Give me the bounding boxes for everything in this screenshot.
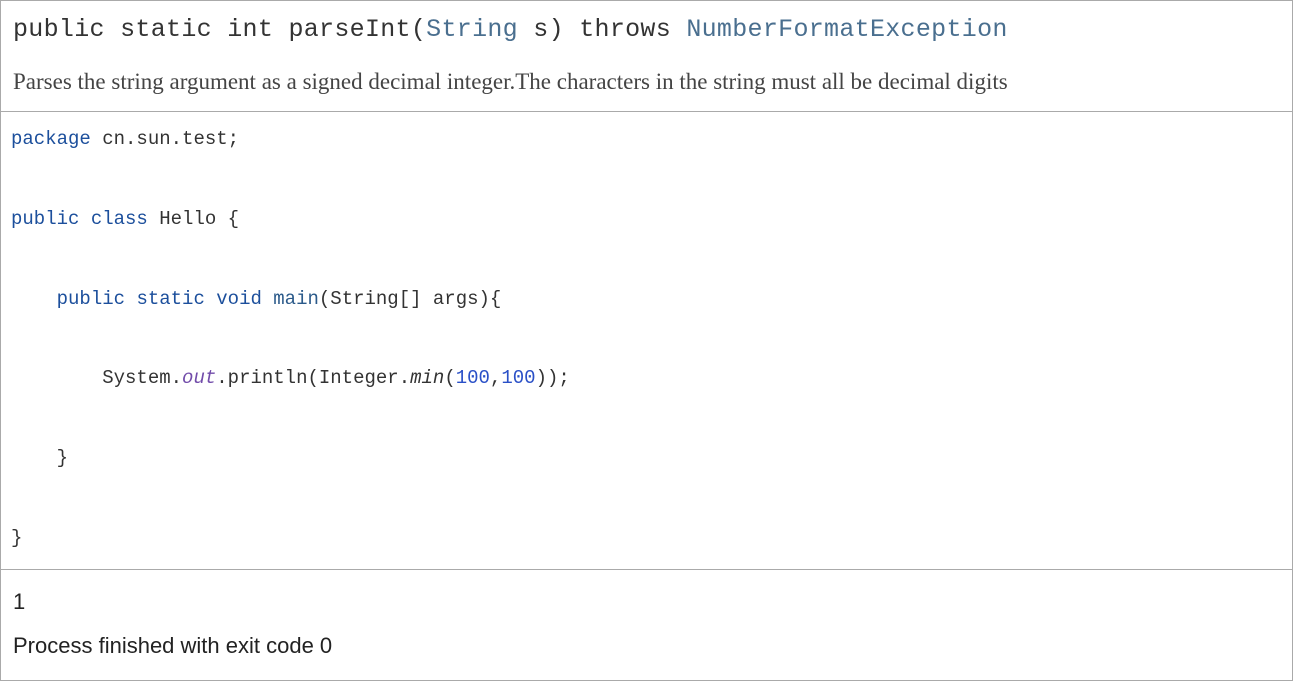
brace-close: }: [11, 527, 22, 549]
field-out: out: [182, 367, 216, 389]
code-block: package cn.sun.test; public class Hello …: [1, 112, 1292, 569]
output-line: Process finished with exit code 0: [13, 624, 1280, 668]
method-main: main: [273, 288, 319, 310]
sig-prefix: public static int parseInt(: [13, 15, 426, 44]
signature-section: public static int parseInt(String s) thr…: [1, 1, 1292, 112]
indent: [11, 447, 57, 469]
brace-close: }: [57, 447, 68, 469]
code-text: cn.sun.test;: [91, 128, 239, 150]
kw-void: void: [216, 288, 262, 310]
console-output: 1 Process finished with exit code 0: [1, 570, 1292, 680]
kw-static: static: [136, 288, 204, 310]
code-text: .println(Integer.: [216, 367, 410, 389]
doc-container: public static int parseInt(String s) thr…: [0, 0, 1293, 681]
kw-public: public: [57, 288, 125, 310]
code-text: (String[] args){: [319, 288, 501, 310]
paren-open: (: [444, 367, 455, 389]
indent: [11, 288, 57, 310]
comma: ,: [490, 367, 501, 389]
output-section: 1 Process finished with exit code 0: [1, 570, 1292, 680]
code-section: package cn.sun.test; public class Hello …: [1, 112, 1292, 570]
sig-exception-type: NumberFormatException: [686, 15, 1007, 44]
code-text: System.: [102, 367, 182, 389]
kw-package: package: [11, 128, 91, 150]
sig-param-type: String: [426, 15, 518, 44]
num-literal: 100: [501, 367, 535, 389]
method-description: Parses the string argument as a signed d…: [13, 62, 1280, 101]
sig-param-name: s) throws: [518, 15, 686, 44]
indent: [11, 367, 102, 389]
num-literal: 100: [456, 367, 490, 389]
kw-class: class: [91, 208, 148, 230]
kw-public: public: [11, 208, 79, 230]
output-line: 1: [13, 580, 1280, 624]
method-signature: public static int parseInt(String s) thr…: [13, 15, 1280, 44]
paren-close: ));: [536, 367, 570, 389]
method-min: min: [410, 367, 444, 389]
code-text: Hello {: [148, 208, 239, 230]
